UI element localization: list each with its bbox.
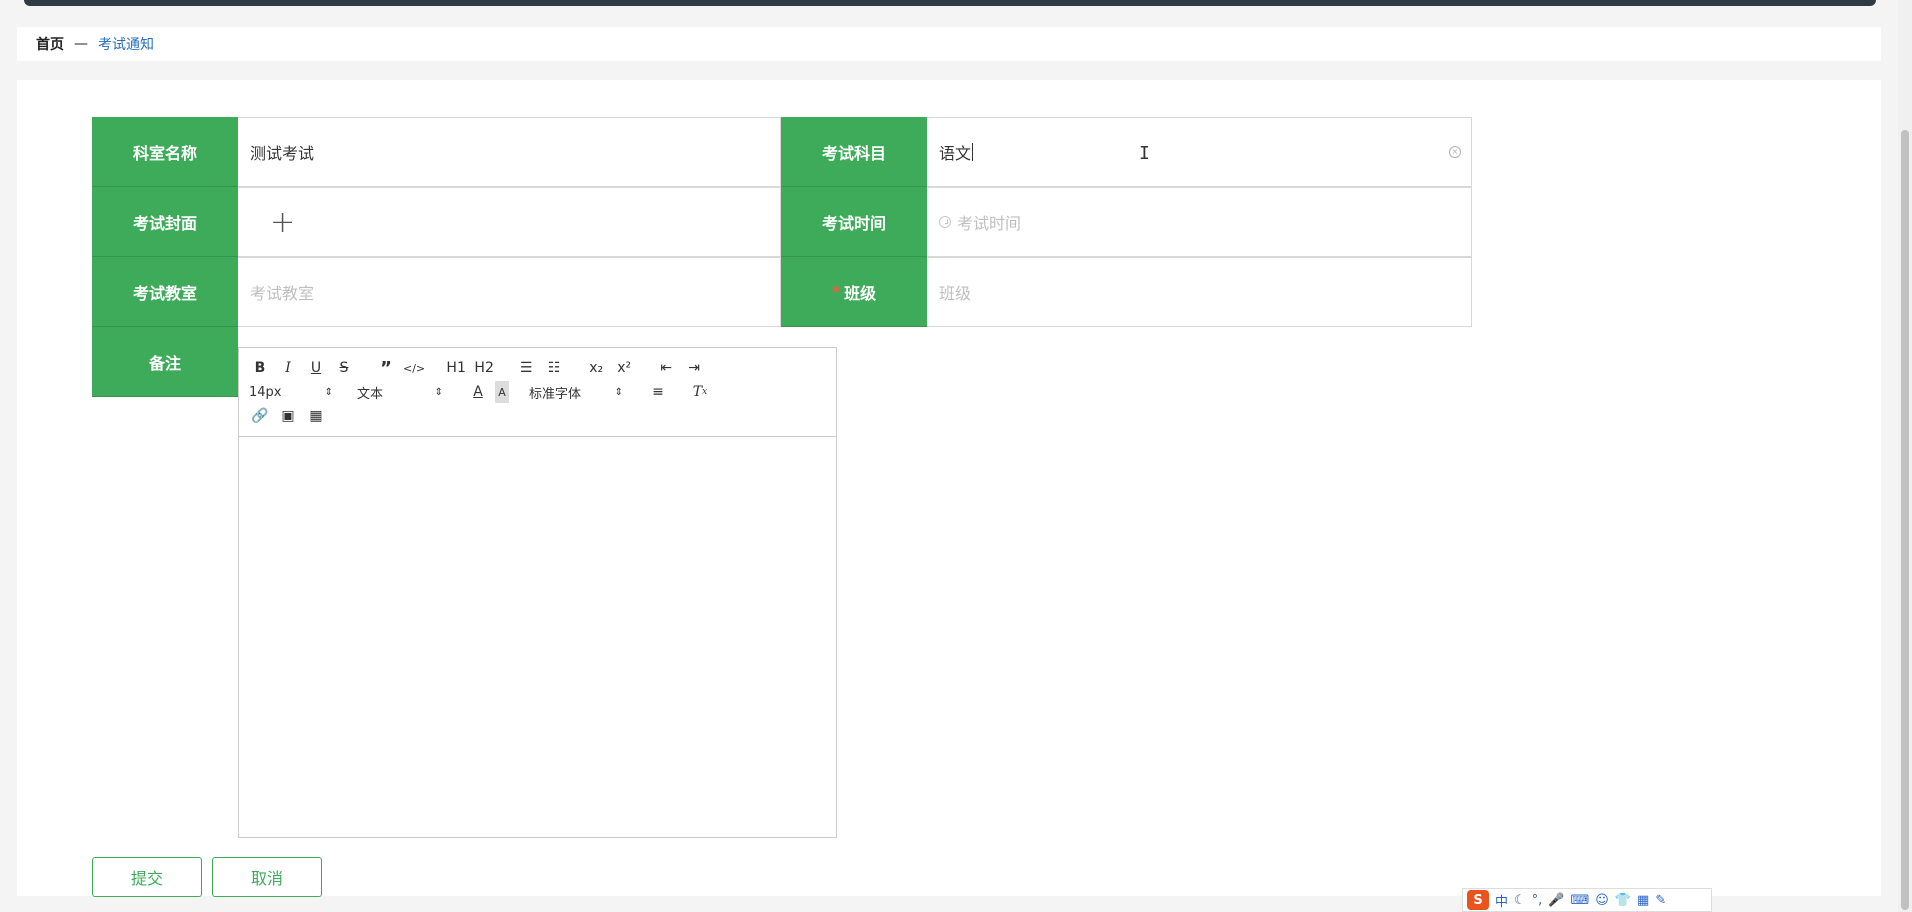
font-size-select[interactable]: 14px ⇕	[249, 385, 333, 400]
clear-icon[interactable]: ×	[1449, 146, 1461, 158]
superscript-icon[interactable]: x²	[613, 357, 635, 379]
note-label: 备注	[92, 327, 238, 397]
font-family-select[interactable]: 标准字体 ⇕	[529, 383, 623, 402]
font-color-icon[interactable]: A	[467, 381, 489, 403]
breadcrumb: 首页 — 考试通知	[17, 27, 1881, 61]
cover-upload[interactable]: +	[238, 187, 781, 257]
form-row-2: 考试封面 + 考试时间 考试时间	[92, 187, 1472, 257]
text-style-value: 文本	[357, 386, 384, 402]
dept-name-label-text: 科室名称	[132, 143, 197, 163]
form-actions: 提交 取消	[92, 857, 322, 897]
ime-toolbar: S 中 ☾ °, 🎤 ⌨ ☺ 👕 ▦ ✎	[1462, 888, 1712, 912]
bold-icon[interactable]: B	[249, 357, 271, 379]
subject-input[interactable]: 语文 I ×	[927, 117, 1472, 187]
class-label-text: 班级	[844, 283, 877, 303]
microphone-icon[interactable]: 🎤	[1548, 893, 1564, 908]
room-placeholder: 考试教室	[250, 284, 315, 303]
time-placeholder: 考试时间	[957, 214, 1022, 233]
moon-icon[interactable]: ☾	[1514, 893, 1526, 908]
font-family-value: 标准字体	[529, 386, 582, 402]
room-label: 考试教室	[92, 257, 238, 327]
submit-button[interactable]: 提交	[92, 857, 202, 897]
font-size-value: 14px	[249, 384, 282, 400]
code-icon[interactable]: </>	[403, 357, 425, 379]
select-arrow-icon: ⇕	[434, 386, 443, 398]
time-label: 考试时间	[781, 187, 927, 257]
video-icon[interactable]: ▦	[305, 405, 327, 427]
background-color-icon[interactable]: A	[495, 381, 509, 403]
class-placeholder: 班级	[939, 284, 972, 303]
clear-format-icon[interactable]: Tx	[689, 381, 711, 403]
underline-icon[interactable]: U	[305, 357, 327, 379]
dept-name-input[interactable]: 测试考试	[238, 117, 781, 187]
dept-name-value: 测试考试	[250, 144, 315, 163]
room-input[interactable]: 考试教室	[238, 257, 781, 327]
blockquote-icon[interactable]: ”	[375, 357, 397, 379]
cover-label: 考试封面	[92, 187, 238, 257]
page-scrollbar[interactable]	[1898, 0, 1912, 912]
ordered-list-icon[interactable]: ☰	[515, 357, 537, 379]
breadcrumb-current[interactable]: 考试通知	[98, 34, 154, 54]
outdent-icon[interactable]: ⇤	[655, 357, 677, 379]
form-row-1: 科室名称 测试考试 考试科目 语文 I ×	[92, 117, 1472, 187]
text-cursor-icon: I	[1139, 143, 1150, 164]
breadcrumb-separator: —	[74, 36, 88, 52]
user-icon[interactable]: ☺	[1595, 893, 1609, 908]
note-label-text: 备注	[148, 353, 181, 373]
editor-content-area[interactable]	[239, 437, 836, 837]
select-arrow-icon: ⇕	[614, 386, 623, 398]
breadcrumb-home[interactable]: 首页	[36, 34, 64, 54]
tools-icon[interactable]: ✎	[1655, 893, 1666, 908]
class-input[interactable]: 班级	[927, 257, 1472, 327]
plus-icon[interactable]: +	[270, 205, 295, 240]
editor-toolbar: B I U S ” </> H1 H2 ☰ ☷ x₂ x² ⇤ ⇥ 14px ⇕ …	[239, 348, 836, 437]
subscript-icon[interactable]: x₂	[585, 357, 607, 379]
h1-icon[interactable]: H1	[445, 357, 467, 379]
dept-name-label: 科室名称	[92, 117, 238, 187]
image-icon[interactable]: ▣	[277, 405, 299, 427]
cancel-button[interactable]: 取消	[212, 857, 322, 897]
link-icon[interactable]: 🔗	[249, 405, 271, 427]
text-caret	[972, 143, 974, 161]
clock-icon	[939, 216, 951, 228]
h2-icon[interactable]: H2	[473, 357, 495, 379]
subject-label: 考试科目	[781, 117, 927, 187]
time-picker[interactable]: 考试时间	[927, 187, 1472, 257]
time-label-text: 考试时间	[821, 213, 886, 233]
class-label: * 班级	[781, 257, 927, 327]
form-row-3: 考试教室 考试教室 * 班级 班级	[92, 257, 1472, 327]
apps-icon[interactable]: ▦	[1637, 893, 1649, 908]
italic-icon[interactable]: I	[277, 357, 299, 379]
subject-value: 语文	[939, 144, 972, 163]
sogou-logo-icon[interactable]: S	[1467, 890, 1489, 910]
ime-mode[interactable]: 中	[1495, 891, 1508, 910]
note-editor: B I U S ” </> H1 H2 ☰ ☷ x₂ x² ⇤ ⇥ 14px ⇕ …	[238, 347, 837, 838]
bullet-list-icon[interactable]: ☷	[543, 357, 565, 379]
cover-label-text: 考试封面	[132, 213, 197, 233]
align-icon[interactable]: ≡	[647, 381, 669, 403]
strikethrough-icon[interactable]: S	[333, 357, 355, 379]
top-nav-bar	[24, 0, 1876, 6]
scrollbar-thumb[interactable]	[1901, 130, 1909, 910]
keyboard-icon[interactable]: ⌨	[1571, 893, 1590, 908]
required-marker: *	[831, 282, 841, 301]
select-arrow-icon: ⇕	[324, 386, 333, 398]
skin-icon[interactable]: 👕	[1615, 893, 1631, 908]
subject-label-text: 考试科目	[821, 143, 886, 163]
text-style-select[interactable]: 文本 ⇕	[357, 383, 443, 402]
indent-icon[interactable]: ⇥	[683, 357, 705, 379]
punctuation-icon[interactable]: °,	[1532, 893, 1543, 908]
room-label-text: 考试教室	[132, 283, 197, 303]
